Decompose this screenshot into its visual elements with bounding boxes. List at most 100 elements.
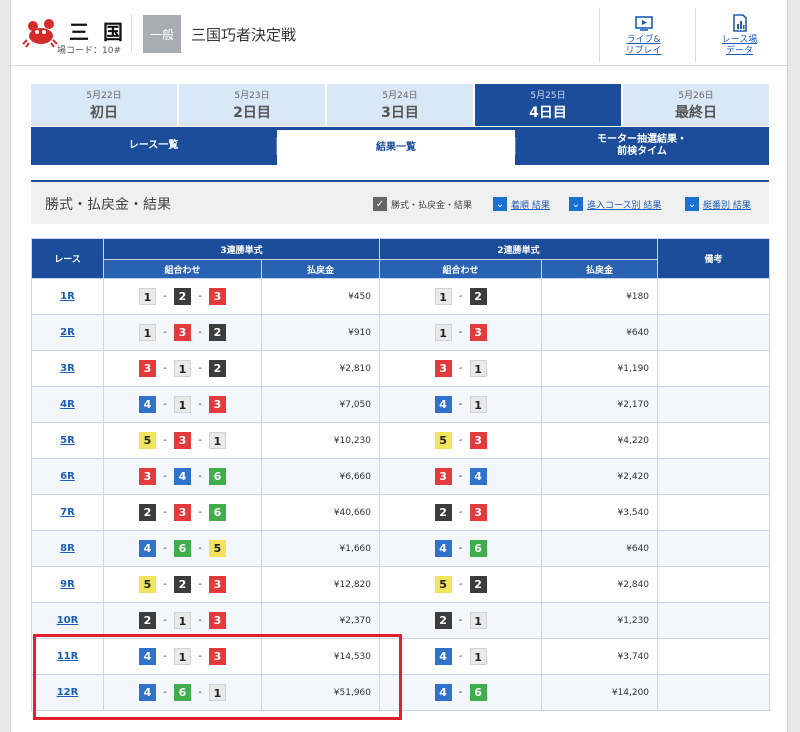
table-row: 1R 1-2-3 ¥450 1-2 ¥180 (31, 278, 771, 315)
live-replay-label: ライブ& リプレイ (625, 35, 662, 56)
exacta-combo: 1-2 (379, 278, 543, 315)
trifecta-combo: 4-1-3 (103, 386, 262, 423)
filter-finish-order[interactable]: ⌄ 着順 結果 (493, 197, 550, 211)
boat-number: 3 (434, 360, 452, 377)
race-link[interactable]: 10R (57, 615, 79, 626)
filter-boat-number[interactable]: ⌄ 艇番別 結果 (685, 197, 751, 211)
day-label: 最終日 (675, 105, 717, 121)
col-trifecta: 3連勝単式 (102, 238, 381, 260)
trifecta-payout: ¥51,960 (260, 674, 381, 711)
filter-course[interactable]: ⌄ 進入コース別 結果 (569, 197, 661, 211)
exacta-payout: ¥1,230 (541, 602, 659, 639)
exacta-payout: ¥4,220 (541, 422, 659, 459)
boat-number: 3 (209, 288, 226, 305)
filter-payout[interactable]: ✓ 勝式・払戻金・結果 (373, 197, 472, 211)
dash-separator: - (198, 327, 202, 338)
race-link[interactable]: 7R (60, 507, 75, 518)
race-link[interactable]: 12R (57, 687, 79, 698)
col-exacta: 2連勝単式 (379, 238, 659, 260)
tab-race-list[interactable]: レース一覧 (31, 127, 276, 165)
boat-number: 1 (469, 396, 487, 413)
dash-separator: - (163, 327, 167, 338)
note-cell (657, 494, 771, 531)
day-tab-2[interactable]: 5月23日 2日目 (179, 84, 325, 126)
filter-label: 進入コース別 結果 (587, 200, 662, 211)
note-cell (657, 314, 771, 351)
live-replay-button[interactable]: ライブ& リプレイ (599, 8, 687, 62)
exacta-payout: ¥640 (541, 530, 659, 567)
exacta-payout: ¥180 (541, 278, 659, 315)
exacta-combo: 5-3 (379, 422, 543, 459)
boat-number: 3 (469, 504, 487, 521)
boat-number: 1 (209, 432, 226, 449)
trifecta-payout: ¥7,050 (260, 386, 381, 423)
boat-number: 6 (174, 684, 191, 701)
boat-number: 3 (174, 432, 191, 449)
race-link[interactable]: 8R (60, 543, 75, 554)
dash-separator: - (458, 687, 463, 698)
race-cell: 10R (31, 602, 104, 639)
tab-motor-lottery[interactable]: モーター抽選結果・ 前検タイム (516, 127, 768, 165)
note-cell (657, 278, 771, 315)
exacta-payout: ¥3,540 (541, 494, 659, 531)
day-tab-4[interactable]: 5月25日 4日目 (475, 84, 621, 126)
exacta-combo: 4-6 (379, 530, 543, 567)
col-tri-payout: 払戻金 (260, 259, 381, 279)
day-tab-3[interactable]: 5月24日 3日目 (327, 84, 473, 126)
boat-number: 4 (139, 540, 156, 557)
exacta-payout: ¥3,740 (541, 638, 659, 675)
boat-number: 3 (209, 576, 226, 593)
day-tab-5[interactable]: 5月26日最終日 (623, 84, 769, 126)
dash-separator: - (458, 435, 463, 446)
day-date: 5月26日 (678, 91, 714, 101)
boat-number: 1 (469, 360, 487, 377)
dash-separator: - (458, 507, 463, 518)
race-link[interactable]: 3R (60, 363, 75, 374)
race-link[interactable]: 6R (60, 471, 75, 482)
exacta-combo: 3-4 (379, 458, 543, 495)
race-link[interactable]: 2R (60, 327, 75, 338)
dash-separator: - (458, 399, 463, 410)
exacta-payout: ¥2,420 (541, 458, 659, 495)
table-row: 7R 2-3-6 ¥40,660 2-3 ¥3,540 (31, 494, 771, 531)
tab-results[interactable]: 結果一覧 (277, 130, 515, 165)
table-row: 10R 2-1-3 ¥2,370 2-1 ¥1,230 (31, 602, 771, 639)
check-icon: ✓ (373, 197, 387, 211)
trifecta-payout: ¥2,370 (260, 602, 381, 639)
race-link[interactable]: 11R (57, 651, 79, 662)
venue-data-button[interactable]: レース場 データ (695, 8, 783, 62)
note-cell (657, 674, 771, 711)
boat-number: 1 (469, 648, 487, 665)
boat-number: 4 (469, 468, 487, 485)
exacta-combo: 2-1 (379, 602, 543, 639)
trifecta-payout: ¥6,660 (260, 458, 381, 495)
crab-logo-icon (21, 14, 59, 50)
race-link[interactable]: 4R (60, 399, 75, 410)
grade-badge: 一般 (143, 15, 181, 53)
boat-number: 1 (174, 360, 191, 377)
boat-number: 3 (174, 324, 191, 341)
race-cell: 7R (31, 494, 104, 531)
note-cell (657, 350, 771, 387)
boat-number: 6 (209, 504, 226, 521)
race-cell: 3R (31, 350, 104, 387)
race-link[interactable]: 5R (60, 435, 75, 446)
race-link[interactable]: 1R (60, 291, 75, 302)
race-cell: 1R (31, 278, 104, 315)
col-note: 備考 (657, 238, 771, 279)
boat-number: 2 (469, 576, 487, 593)
table-row: 11R 4-1-3 ¥14,530 4-1 ¥3,740 (31, 638, 771, 675)
dash-separator: - (163, 363, 167, 374)
boat-number: 1 (174, 648, 191, 665)
col-ex-payout: 払戻金 (541, 259, 659, 279)
exacta-payout: ¥1,190 (541, 350, 659, 387)
boat-number: 4 (434, 396, 452, 413)
dash-separator: - (163, 399, 167, 410)
day-tab-1[interactable]: 5月22日 初日 (31, 84, 177, 126)
table-row: 2R 1-3-2 ¥910 1-3 ¥640 (31, 314, 771, 351)
table-row: 9R 5-2-3 ¥12,820 5-2 ¥2,840 (31, 566, 771, 603)
race-link[interactable]: 9R (60, 579, 75, 590)
note-cell (657, 530, 771, 567)
dash-separator: - (163, 579, 167, 590)
trifecta-combo: 4-1-3 (103, 638, 262, 675)
